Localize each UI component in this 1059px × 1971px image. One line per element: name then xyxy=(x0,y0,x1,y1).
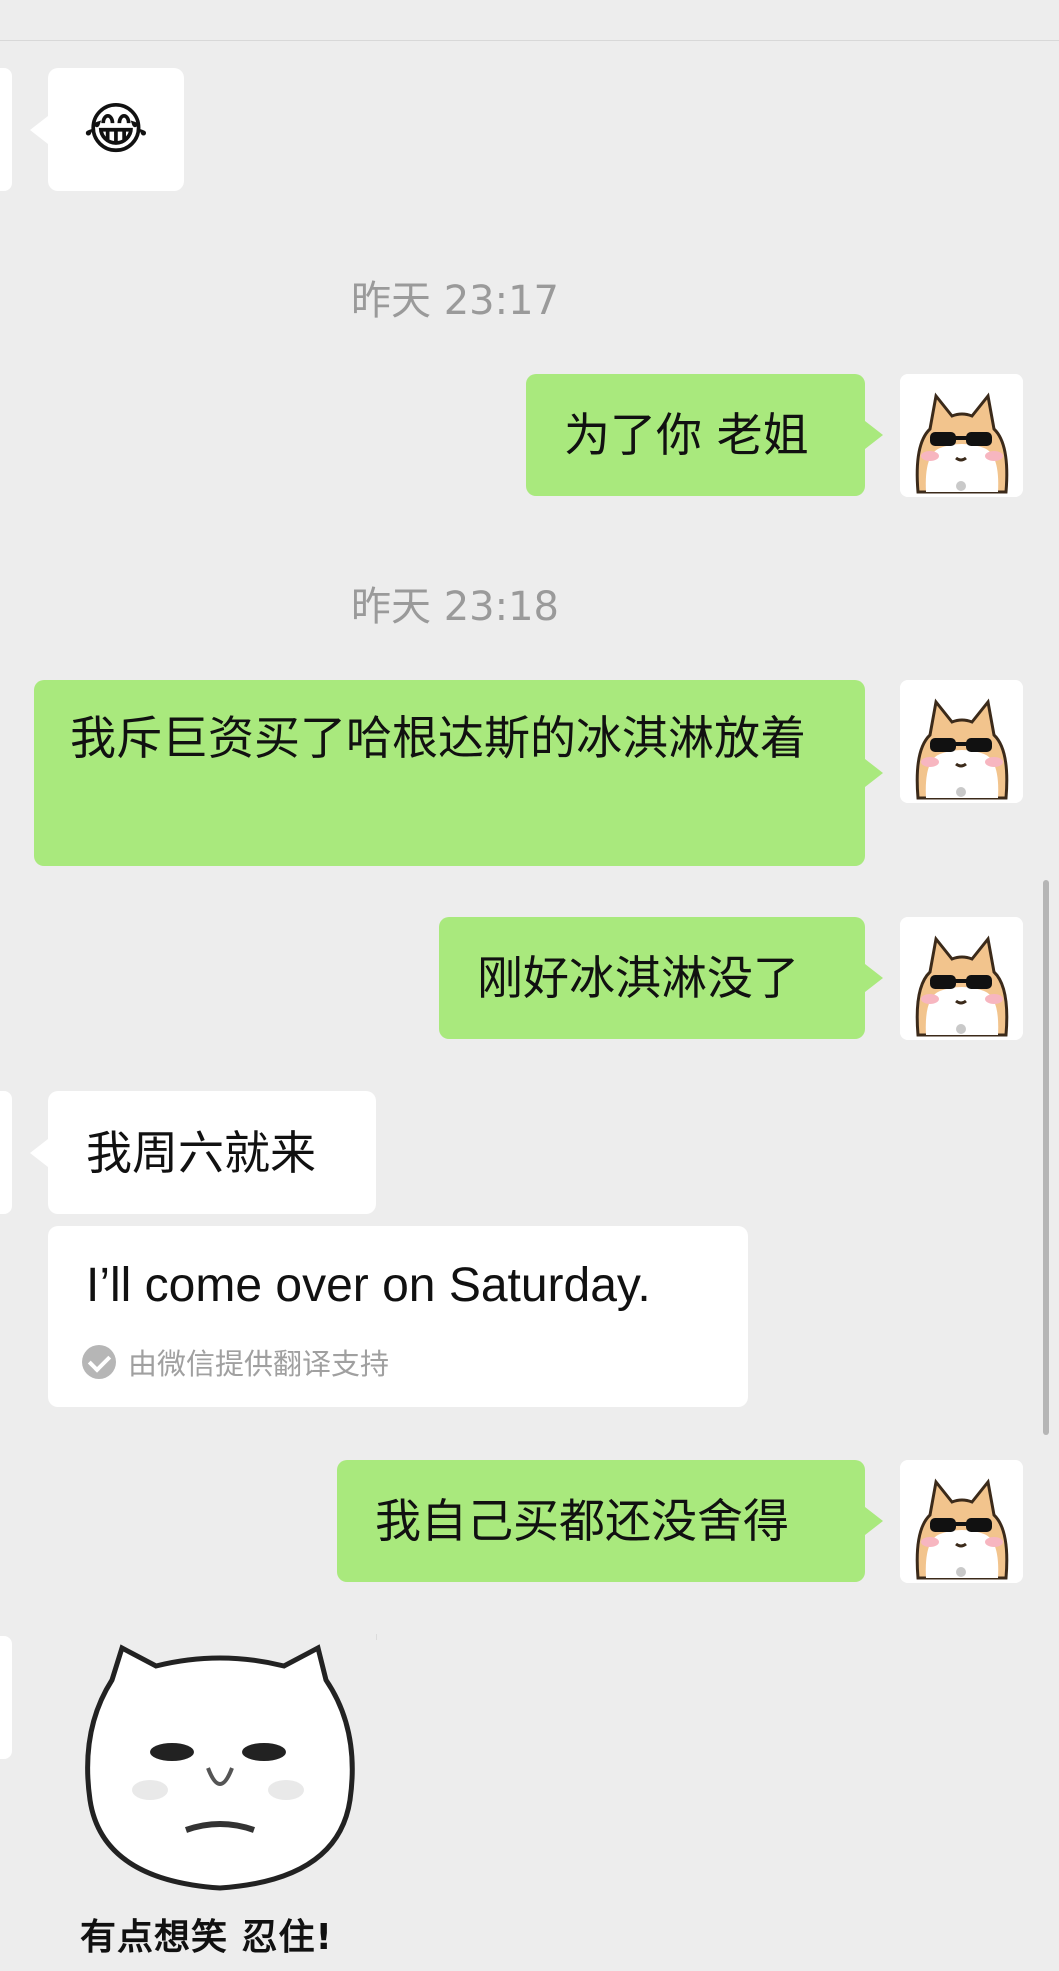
sticker-caption: 有点想笑 忍住! xyxy=(80,1917,333,1958)
sticker-message[interactable]: 有点想笑 忍住! xyxy=(60,1640,380,1971)
cat-avatar-icon[interactable] xyxy=(900,1460,1023,1583)
translation-note-text: 由微信提供翻译支持 xyxy=(128,1347,390,1381)
message-text: 我周六就来 xyxy=(86,1125,316,1180)
translation-card[interactable]: I’ll come over on Saturday. 由微信提供翻译支持 xyxy=(48,1226,748,1407)
cat-avatar-icon[interactable] xyxy=(900,917,1023,1040)
translation-note: 由微信提供翻译支持 xyxy=(82,1341,389,1383)
message-text: 刚好冰淇淋没了 xyxy=(477,951,799,1005)
contact-avatar[interactable] xyxy=(0,1636,12,1759)
meme-face-sticker-icon xyxy=(85,1644,355,1891)
cat-avatar-icon[interactable] xyxy=(900,680,1023,803)
sent-message-bubble[interactable]: 刚好冰淇淋没了 xyxy=(439,917,883,1039)
check-circle-icon xyxy=(82,1345,116,1379)
message-text: 我斥巨资买了哈根达斯的冰淇淋放着 xyxy=(70,711,806,765)
timestamp: 昨天 23:17 xyxy=(351,278,559,324)
top-bar xyxy=(0,0,1059,41)
received-message-bubble[interactable]: 我周六就来 xyxy=(30,1091,376,1214)
cat-avatar-icon[interactable] xyxy=(900,374,1023,497)
sent-message-bubble[interactable]: 我斥巨资买了哈根达斯的冰淇淋放着 xyxy=(34,680,883,866)
message-text: 为了你 老姐 xyxy=(564,408,809,462)
sent-message-bubble[interactable]: 我自己买都还没舍得 xyxy=(337,1460,883,1582)
received-message-bubble[interactable]: 😂 xyxy=(30,68,184,191)
sent-message-bubble[interactable]: 为了你 老姐 xyxy=(526,374,883,496)
message-text: 我自己买都还没舍得 xyxy=(375,1494,789,1548)
laughing-emoji: 😂 xyxy=(83,96,149,162)
contact-avatar[interactable] xyxy=(0,1091,12,1214)
timestamp: 昨天 23:18 xyxy=(351,584,559,630)
translation-text: I’ll come over on Saturday. xyxy=(86,1259,651,1312)
scrollbar[interactable] xyxy=(1043,880,1049,1435)
contact-avatar[interactable] xyxy=(0,68,12,191)
